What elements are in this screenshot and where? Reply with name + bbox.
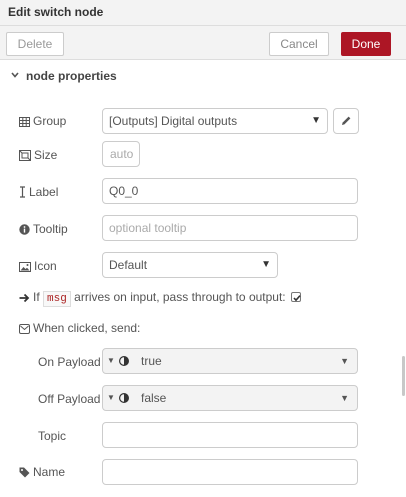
topic-input[interactable]: [102, 422, 358, 448]
passthrough-row: If msg arrives on input, pass through to…: [19, 290, 301, 307]
passthrough-checkbox[interactable]: [290, 292, 301, 302]
image-icon: [19, 262, 31, 272]
on-payload-value: true: [141, 354, 162, 368]
name-label-text: Name: [33, 465, 66, 479]
done-button[interactable]: Done: [341, 32, 391, 56]
check-icon: [293, 295, 301, 302]
on-payload-type-select[interactable]: ▼: [103, 349, 133, 373]
when-clicked-label: When clicked, send:: [19, 321, 140, 335]
dialog-toolbar: Delete Cancel Done: [0, 26, 406, 60]
size-value: auto: [110, 147, 134, 161]
tag-icon: [19, 467, 30, 478]
off-payload-value: false: [141, 391, 167, 405]
label-input-value: Q0_0: [109, 184, 139, 198]
dialog-title: Edit switch node: [8, 5, 104, 19]
when-clicked-text: When clicked, send:: [33, 321, 141, 335]
dialog-header: Edit switch node: [0, 0, 406, 26]
edit-group-button[interactable]: [333, 108, 359, 134]
tooltip-placeholder: optional tooltip: [109, 221, 187, 235]
group-label-text: Group: [33, 114, 67, 128]
off-payload-type-select[interactable]: ▼: [103, 386, 133, 410]
pencil-icon: [342, 116, 351, 125]
topic-label: Topic: [38, 429, 67, 443]
grid-icon: [19, 117, 30, 127]
group-label: Group: [19, 114, 66, 128]
group-select-value: [Outputs] Digital outputs: [109, 114, 238, 128]
off-payload-typed-input[interactable]: ▼ false ▼: [102, 385, 358, 411]
size-label: Size: [19, 148, 57, 162]
toggle-icon: [119, 393, 129, 403]
resize-icon: [19, 150, 31, 161]
tooltip-label: Tooltip: [19, 222, 68, 236]
label-input[interactable]: Q0_0: [102, 178, 358, 204]
scrollbar[interactable]: [402, 356, 405, 396]
icon-label-text: Icon: [34, 259, 57, 273]
cancel-button[interactable]: Cancel: [269, 32, 329, 56]
passthrough-suffix: arrives on input, pass through to output…: [74, 290, 286, 304]
caret-down-icon: ▼: [340, 393, 349, 403]
passthrough-prefix: If: [33, 290, 40, 304]
info-circle-icon: [19, 224, 30, 235]
label-label-text: Label: [29, 185, 59, 199]
arrow-right-icon: [19, 293, 30, 303]
text-cursor-icon: [20, 186, 25, 198]
msg-code: msg: [43, 291, 71, 307]
off-payload-label: Off Payload: [38, 392, 101, 406]
section-title: node properties: [26, 69, 117, 83]
size-label-text: Size: [34, 148, 58, 162]
on-payload-typed-input[interactable]: ▼ true ▼: [102, 348, 358, 374]
toggle-icon: [119, 356, 129, 366]
icon-select-value: Default: [109, 258, 148, 272]
tooltip-label-text: Tooltip: [33, 222, 68, 236]
node-properties-section-toggle[interactable]: node properties: [0, 62, 406, 90]
envelope-icon: [19, 324, 30, 334]
delete-button[interactable]: Delete: [6, 32, 64, 56]
caret-down-icon: ▼: [311, 115, 321, 126]
caret-down-icon: ▼: [340, 356, 349, 366]
chevron-down-icon: [11, 72, 19, 78]
size-button[interactable]: auto: [102, 141, 140, 167]
name-label: Name: [19, 465, 65, 479]
group-select[interactable]: [Outputs] Digital outputs ▼: [102, 108, 328, 134]
label-label: Label: [19, 185, 58, 199]
icon-select[interactable]: Default ▼: [102, 252, 278, 278]
name-input[interactable]: [102, 459, 358, 485]
on-payload-label: On Payload: [38, 355, 101, 369]
icon-label: Icon: [19, 259, 57, 273]
tooltip-input[interactable]: optional tooltip: [102, 215, 358, 241]
caret-down-icon: ▼: [261, 259, 271, 270]
